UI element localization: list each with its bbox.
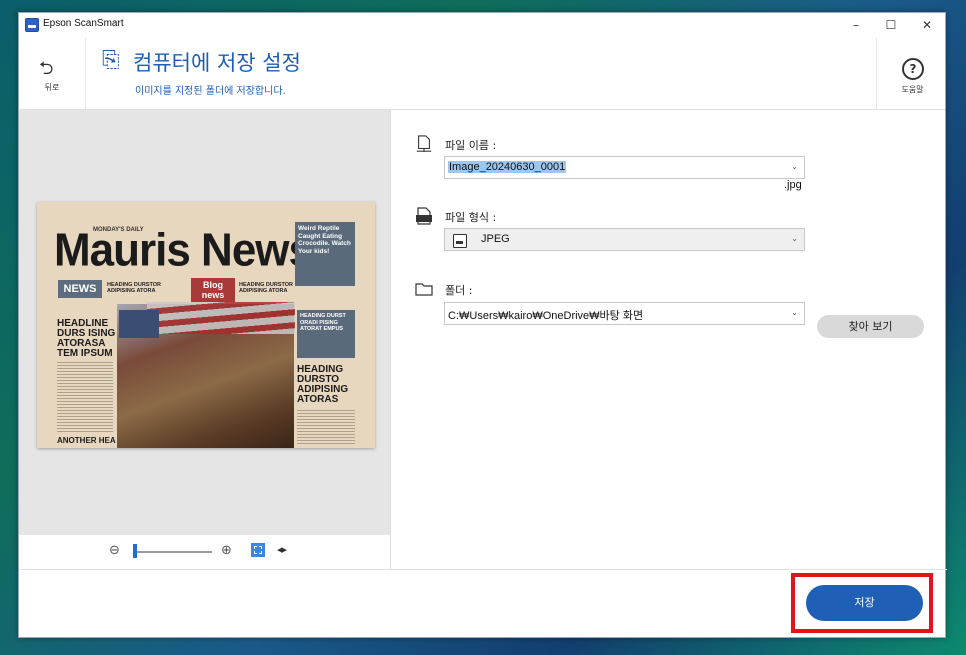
file-extension: .jpg: [784, 179, 802, 191]
footer-divider: [19, 569, 947, 570]
zoom-slider[interactable]: [134, 551, 212, 553]
newspaper-heading-right: HEADING DURSTOR ADIPISING ATORA: [239, 282, 293, 294]
newspaper-row: NEWS HEADING DURSTOR ADIPISING ATORA Blo…: [55, 276, 293, 302]
save-to-computer-icon: ⎘: [102, 48, 120, 73]
folder-icon: [415, 283, 433, 296]
filename-label: 파일 이름 :: [445, 139, 497, 152]
folder-value: C:₩Users₩kairo₩OneDrive₩바탕 화면: [448, 310, 644, 322]
newspaper-right-box: HEADING DURST ORADI PISING ATORAT EMPUS: [297, 310, 355, 358]
zoom-out-icon[interactable]: ⊖: [109, 543, 120, 558]
newspaper-news-tag: NEWS: [58, 280, 102, 298]
help-icon: ?: [902, 58, 924, 80]
zoom-toolbar: ⊖ ⊕ ◂▸: [19, 535, 391, 569]
save-button[interactable]: 저장: [806, 585, 923, 621]
fit-to-window-icon[interactable]: [251, 543, 265, 557]
page-subtitle: 이미지를 지정된 폴더에 저장합니다.: [135, 86, 286, 97]
window-title: Epson ScanSmart: [43, 18, 124, 29]
format-label: 파일 형식 :: [445, 211, 497, 224]
browse-button[interactable]: 찾아 보기: [817, 315, 924, 338]
newspaper-right-text: [297, 410, 355, 444]
filename-value: Image_20240630_0001: [448, 161, 567, 173]
chevron-down-icon[interactable]: ⌄: [791, 308, 798, 317]
file-icon: [416, 135, 432, 153]
zoom-in-icon[interactable]: ⊕: [221, 543, 232, 558]
newspaper-flag: [147, 302, 295, 334]
newspaper-heading-left: HEADING DURSTOR ADIPISING ATORA: [107, 282, 161, 294]
newspaper-flag-stars: [119, 310, 159, 338]
help-button[interactable]: ? 도움말: [876, 38, 948, 109]
folder-select[interactable]: C:₩Users₩kairo₩OneDrive₩바탕 화면 ⌄: [444, 302, 805, 325]
page-header: ⮌ 뒤로 ⎘ 컴퓨터에 저장 설정 이미지를 지정된 폴더에 저장합니다. ? …: [19, 38, 945, 110]
folder-label: 폴더 :: [445, 284, 473, 297]
chevron-down-icon[interactable]: ⌄: [791, 162, 798, 171]
save-settings-form: 파일 이름 : Image_20240630_0001 ⌄ .jpg 파일 형식…: [391, 110, 947, 569]
back-button[interactable]: ⮌ 뒤로: [19, 38, 86, 109]
preview-pane: MONDAY'S DAILY Mauris News Weird Reptile…: [19, 110, 391, 535]
chevron-down-icon[interactable]: ⌄: [791, 234, 798, 243]
format-select[interactable]: JPEG ⌄: [444, 228, 805, 251]
jpeg-icon: [453, 234, 467, 248]
zoom-slider-thumb[interactable]: [133, 544, 137, 558]
newspaper-right-heading: HEADING DURSTO ADIPISING ATORAS: [297, 364, 349, 405]
file-format-icon: [416, 207, 432, 225]
format-value: JPEG: [481, 233, 510, 245]
title-bar: Epson ScanSmart – ☐ ✕: [19, 13, 945, 37]
close-button[interactable]: ✕: [910, 13, 944, 37]
scanned-image-preview: MONDAY'S DAILY Mauris News Weird Reptile…: [37, 202, 375, 448]
back-label: 뒤로: [44, 83, 60, 92]
newspaper-another-heading: ANOTHER HEA: [57, 436, 116, 445]
newspaper-blog-tag: Blog news: [191, 278, 235, 302]
maximize-button[interactable]: ☐: [874, 13, 908, 37]
newspaper-masthead: Mauris News: [54, 224, 313, 277]
filename-input[interactable]: Image_20240630_0001 ⌄: [444, 156, 805, 179]
fit-width-icon[interactable]: ◂▸: [277, 543, 287, 556]
minimize-button[interactable]: –: [839, 13, 873, 37]
newspaper-headline: HEADLINE DURS ISING ATORASA TEM IPSUM: [57, 318, 116, 359]
newspaper-body-text: [57, 362, 113, 434]
page-title: 컴퓨터에 저장 설정: [133, 51, 301, 75]
newspaper-side-box: Weird Reptile Caught Eating Crocodile. W…: [295, 222, 355, 286]
help-label: 도움말: [901, 85, 924, 94]
app-icon: [25, 18, 39, 32]
app-window: Epson ScanSmart – ☐ ✕ ⮌ 뒤로 ⎘ 컴퓨터에 저장 설정 …: [18, 12, 947, 638]
